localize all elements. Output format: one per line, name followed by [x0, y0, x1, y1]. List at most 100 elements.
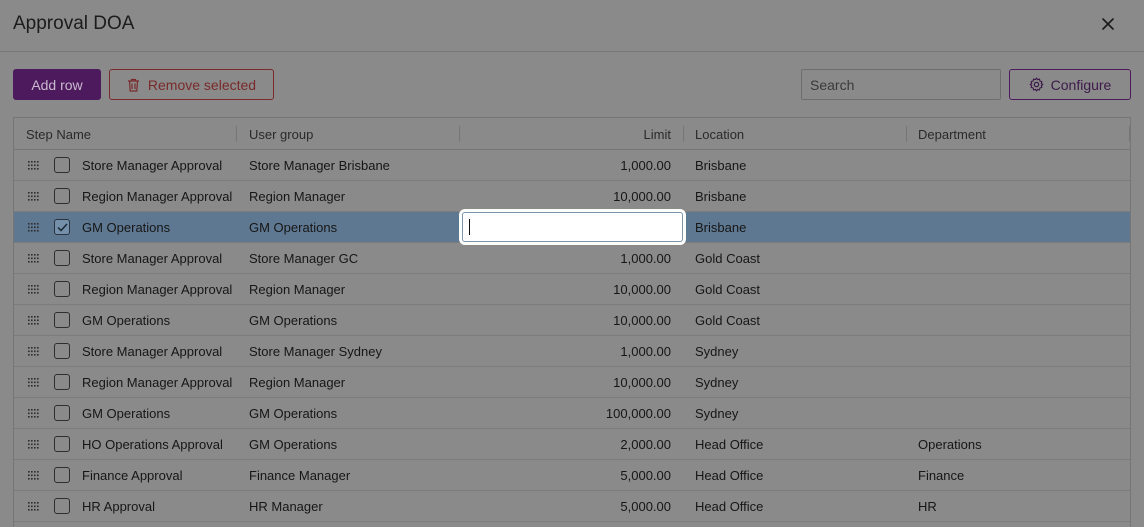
column-header-location[interactable]: Location — [695, 118, 905, 150]
row-checkbox[interactable] — [54, 374, 70, 390]
cell-location[interactable]: Brisbane — [695, 181, 905, 211]
table-row[interactable]: Finance Approval Finance Manager 5,000.0… — [14, 460, 1130, 491]
cell-limit[interactable]: 1,000.00 — [472, 150, 671, 180]
cell-department[interactable] — [918, 336, 1118, 366]
cell-user-group[interactable]: Store Manager Brisbane — [249, 150, 459, 180]
row-checkbox[interactable] — [54, 157, 70, 173]
drag-handle[interactable] — [27, 190, 41, 202]
cell-location[interactable]: Sydney — [695, 398, 905, 428]
cell-limit[interactable]: 10,000.00 — [472, 274, 671, 304]
cell-limit[interactable]: 2,000.00 — [472, 429, 671, 459]
cell-user-group[interactable]: Region Manager — [249, 367, 459, 397]
column-divider[interactable] — [236, 126, 237, 142]
cell-user-group[interactable]: GM Operations — [249, 305, 459, 335]
cell-limit[interactable]: 10,000.00 — [472, 367, 671, 397]
table-row[interactable]: Region Manager Approval Region Manager 1… — [14, 367, 1130, 398]
drag-handle[interactable] — [27, 283, 41, 295]
cell-user-group[interactable]: Finance Manager — [249, 460, 459, 490]
cell-step-name[interactable]: HO Operations Approval — [82, 429, 237, 459]
cell-user-group[interactable]: GM Operations — [249, 398, 459, 428]
column-header-limit[interactable]: Limit — [472, 118, 671, 150]
table-row[interactable]: GM Operations GM Operations 100,000.00 S… — [14, 398, 1130, 429]
cell-location[interactable]: Gold Coast — [695, 243, 905, 273]
cell-user-group[interactable]: Region Manager — [249, 274, 459, 304]
row-checkbox[interactable] — [54, 281, 70, 297]
drag-handle[interactable] — [27, 314, 41, 326]
cell-department[interactable]: HR — [918, 491, 1118, 521]
table-row[interactable]: Region Manager Approval Region Manager 1… — [14, 181, 1130, 212]
cell-user-group[interactable]: HR Manager — [249, 491, 459, 521]
cell-step-name[interactable]: Store Manager Approval — [82, 150, 237, 180]
row-checkbox[interactable] — [54, 188, 70, 204]
column-divider[interactable] — [683, 126, 684, 142]
cell-step-name[interactable]: Region Manager Approval — [82, 367, 237, 397]
column-divider[interactable] — [459, 126, 460, 142]
cell-limit[interactable]: 10,000.00 — [472, 305, 671, 335]
drag-handle[interactable] — [27, 407, 41, 419]
cell-department[interactable] — [918, 367, 1118, 397]
cell-department[interactable] — [918, 274, 1118, 304]
cell-location[interactable]: Brisbane — [695, 212, 905, 242]
cell-department[interactable] — [918, 181, 1118, 211]
cell-location[interactable]: Sydney — [695, 336, 905, 366]
cell-step-name[interactable]: Finance Approval — [82, 460, 237, 490]
row-checkbox[interactable] — [54, 436, 70, 452]
drag-handle[interactable] — [27, 345, 41, 357]
table-row[interactable]: GM Operations GM Operations Brisbane — [14, 209, 1130, 245]
cell-location[interactable]: Brisbane — [695, 150, 905, 180]
close-button[interactable] — [1098, 14, 1118, 34]
drag-handle[interactable] — [27, 469, 41, 481]
cell-user-group[interactable]: Store Manager GC — [249, 243, 459, 273]
remove-selected-button[interactable]: Remove selected — [109, 69, 274, 100]
cell-department[interactable]: Operations — [918, 429, 1118, 459]
configure-button[interactable]: Configure — [1009, 69, 1131, 100]
cell-user-group[interactable]: Region Manager — [249, 181, 459, 211]
column-header-step-name[interactable]: Step Name — [26, 118, 236, 150]
drag-handle[interactable] — [27, 500, 41, 512]
drag-handle[interactable] — [27, 438, 41, 450]
cell-user-group[interactable]: GM Operations — [249, 212, 459, 242]
cell-step-name[interactable]: GM Operations — [82, 398, 237, 428]
column-header-user-group[interactable]: User group — [249, 118, 459, 150]
drag-handle[interactable] — [27, 252, 41, 264]
table-row[interactable]: Store Manager Approval Store Manager Bri… — [14, 150, 1130, 181]
cell-department[interactable] — [918, 150, 1118, 180]
cell-location[interactable]: Head Office — [695, 429, 905, 459]
row-checkbox[interactable] — [54, 312, 70, 328]
cell-step-name[interactable]: GM Operations — [82, 212, 237, 242]
cell-department[interactable]: Finance — [918, 460, 1118, 490]
drag-handle[interactable] — [27, 376, 41, 388]
cell-limit[interactable]: 10,000.00 — [472, 181, 671, 211]
cell-limit[interactable]: 5,000.00 — [472, 460, 671, 490]
cell-limit[interactable]: 1,000.00 — [472, 243, 671, 273]
row-checkbox[interactable] — [54, 467, 70, 483]
limit-edit-field[interactable] — [459, 209, 686, 245]
cell-location[interactable]: Gold Coast — [695, 305, 905, 335]
table-row[interactable]: Store Manager Approval Store Manager Syd… — [14, 336, 1130, 367]
column-divider[interactable] — [906, 126, 907, 142]
cell-department[interactable] — [918, 398, 1118, 428]
row-checkbox[interactable] — [54, 498, 70, 514]
table-row[interactable]: Region Manager Approval Region Manager 1… — [14, 274, 1130, 305]
drag-handle[interactable] — [27, 159, 41, 171]
cell-user-group[interactable]: GM Operations — [249, 429, 459, 459]
cell-limit[interactable]: 100,000.00 — [472, 398, 671, 428]
cell-step-name[interactable]: Region Manager Approval — [82, 274, 237, 304]
cell-department[interactable] — [918, 243, 1118, 273]
cell-department[interactable] — [918, 212, 1118, 242]
column-header-department[interactable]: Department — [918, 118, 1118, 150]
cell-step-name[interactable]: Store Manager Approval — [82, 336, 237, 366]
drag-handle[interactable] — [27, 221, 41, 233]
cell-location[interactable]: Sydney — [695, 367, 905, 397]
table-row[interactable]: GM Operations GM Operations 10,000.00 Go… — [14, 305, 1130, 336]
cell-limit[interactable]: 5,000.00 — [472, 491, 671, 521]
cell-step-name[interactable]: Store Manager Approval — [82, 243, 237, 273]
row-checkbox[interactable] — [54, 250, 70, 266]
add-row-button[interactable]: Add row — [13, 69, 101, 100]
cell-location[interactable]: Gold Coast — [695, 274, 905, 304]
cell-step-name[interactable]: HR Approval — [82, 491, 237, 521]
cell-limit[interactable]: 1,000.00 — [472, 336, 671, 366]
cell-department[interactable] — [918, 305, 1118, 335]
cell-step-name[interactable]: GM Operations — [82, 305, 237, 335]
cell-location[interactable]: Head Office — [695, 491, 905, 521]
